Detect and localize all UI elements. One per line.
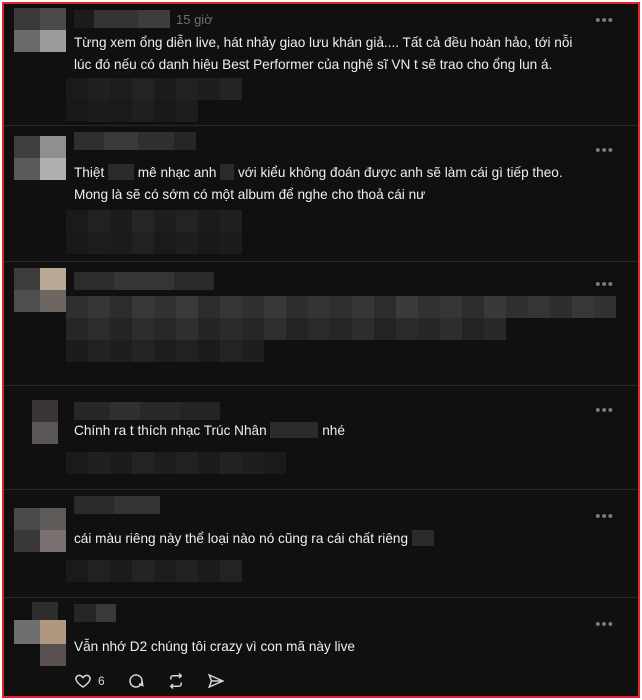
blurred-word — [108, 164, 135, 180]
post-time: 15 giờ — [176, 12, 213, 27]
more-options-icon[interactable]: ••• — [595, 143, 614, 158]
more-options-icon[interactable]: ••• — [595, 617, 614, 632]
comment-item: ••• — [4, 262, 638, 386]
comment-line: Mong là sẽ có sớm có một album để nghe c… — [74, 187, 426, 202]
avatar[interactable] — [14, 268, 66, 312]
like-button[interactable]: 6 — [74, 672, 105, 690]
avatar[interactable] — [14, 400, 66, 444]
comment-icon — [128, 674, 144, 688]
repost-icon — [169, 672, 182, 690]
comment-text: cái màu riêng này thể loại nào nó cũng r… — [74, 528, 618, 550]
comment-item: 15 giờ ••• Từng xem ổng diễn live, hát n… — [4, 4, 638, 126]
comment-item: ••• Chính ra t thích nhạc Trúc Nhân nhé — [4, 386, 638, 490]
avatar[interactable] — [14, 508, 66, 552]
blurred-word — [411, 530, 434, 546]
thread-panel: 15 giờ ••• Từng xem ổng diễn live, hát n… — [2, 2, 640, 698]
avatar[interactable] — [14, 8, 66, 52]
comment-line: cái màu riêng này thể loại nào nó cũng r… — [74, 528, 618, 550]
share-icon — [207, 673, 225, 689]
comment-text: Thiệt mê nhạc anh với kiểu không đoán đư… — [74, 162, 618, 206]
comment-line: Vẫn nhớ D2 chúng tôi crazy vì con mã này… — [74, 639, 355, 654]
avatar[interactable] — [14, 602, 66, 666]
comment-item: ••• Thiệt mê nhạc anh với kiểu không đoá… — [4, 126, 638, 262]
comment-button[interactable] — [127, 672, 145, 690]
action-bar: 6 — [74, 672, 247, 690]
like-count: 6 — [98, 674, 105, 688]
blurred-word — [270, 422, 319, 438]
comment-text: Vẫn nhớ D2 chúng tôi crazy vì con mã này… — [74, 636, 618, 658]
share-button[interactable] — [207, 672, 225, 690]
more-options-icon[interactable]: ••• — [595, 13, 614, 28]
comment-line: Từng xem ổng diễn live, hát nhảy giao lư… — [74, 35, 573, 50]
comment-item: ••• cái màu riêng này thể loại nào nó cũ… — [4, 490, 638, 598]
more-options-icon[interactable]: ••• — [595, 403, 614, 418]
more-options-icon[interactable]: ••• — [595, 509, 614, 524]
repost-button[interactable] — [167, 672, 185, 690]
comment-text: Chính ra t thích nhạc Trúc Nhân nhé — [74, 420, 618, 442]
comment-line: Thiệt mê nhạc anh với kiểu không đoán đư… — [74, 164, 563, 180]
comment-line: Chính ra t thích nhạc Trúc Nhân nhé — [74, 422, 345, 438]
heart-icon — [75, 674, 91, 688]
more-options-icon[interactable]: ••• — [595, 277, 614, 292]
comment-line: lúc đó nếu có danh hiệu Best Performer c… — [74, 57, 553, 72]
avatar[interactable] — [14, 136, 66, 180]
comment-text: Từng xem ổng diễn live, hát nhảy giao lư… — [74, 32, 618, 76]
blurred-word — [220, 164, 235, 180]
